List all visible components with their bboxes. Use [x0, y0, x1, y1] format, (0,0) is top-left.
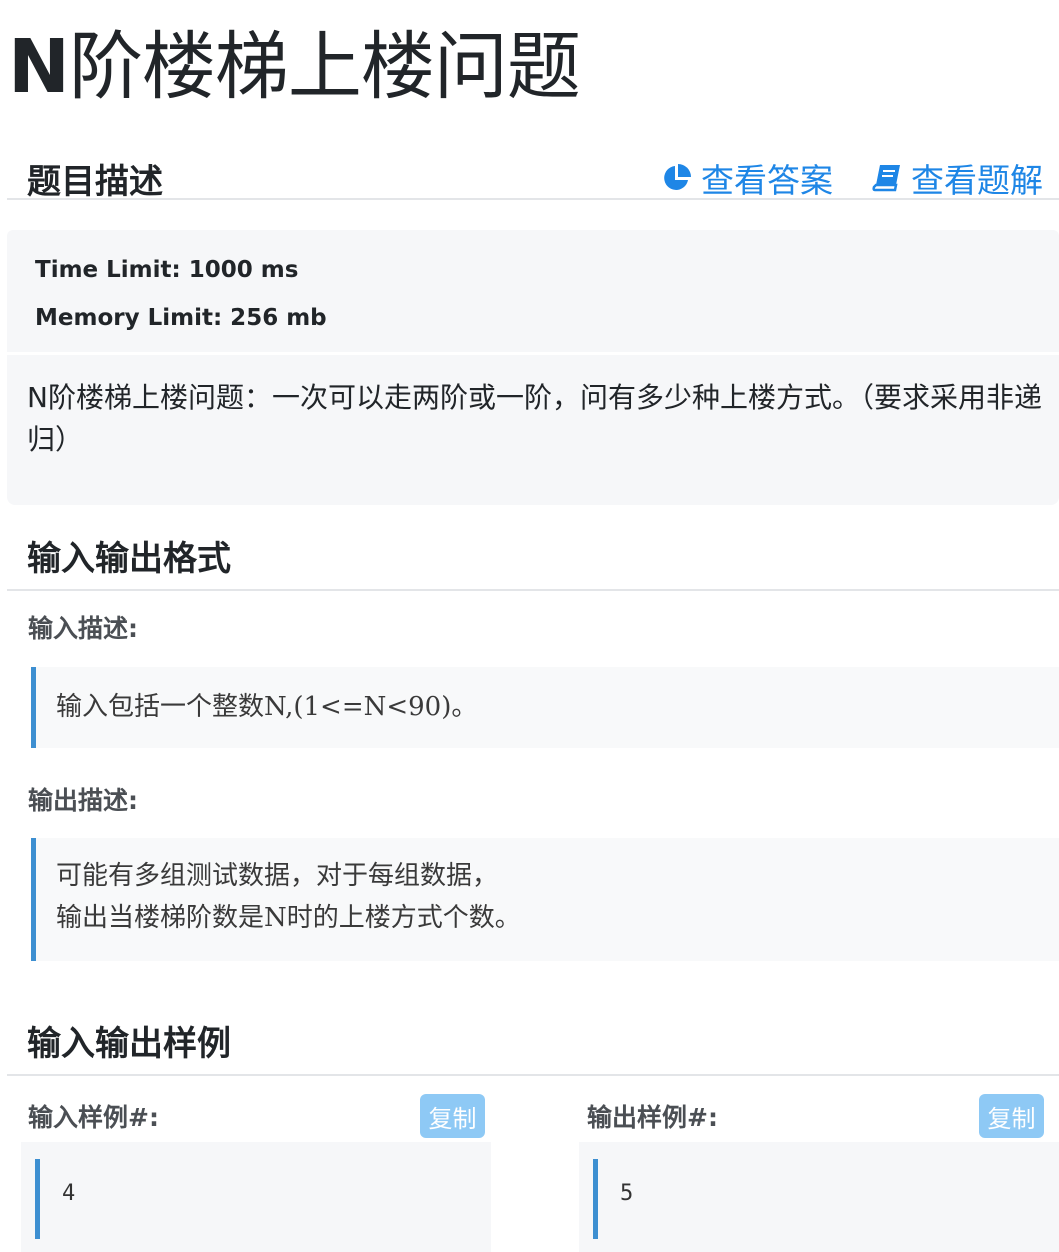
input-description-text: 输入包括一个整数N,(1<=N<90)。 — [56, 692, 478, 722]
output-sample-value: 5 — [620, 1181, 634, 1206]
page-title-prefix: N — [8, 24, 70, 110]
input-description-label: 输入描述: — [28, 614, 138, 643]
description-panel: N阶楼梯上楼问题：一次可以走两阶或一阶，问有多少种上楼方式。（要求采用非递归） — [7, 355, 1059, 505]
problem-description: N阶楼梯上楼问题：一次可以走两阶或一阶，问有多少种上楼方式。（要求采用非递归） — [27, 381, 1042, 456]
output-description-text: 可能有多组测试数据，对于每组数据， 输出当楼梯阶数是N时的上楼方式个数。 — [56, 861, 521, 933]
page-title: N阶楼梯上楼问题 — [8, 30, 581, 104]
input-description-block: 输入包括一个整数N,(1<=N<90)。 — [31, 667, 1059, 748]
output-description-block: 可能有多组测试数据，对于每组数据， 输出当楼梯阶数是N时的上楼方式个数。 — [31, 838, 1059, 961]
io-format-section-header: 输入输出格式 — [7, 527, 1059, 591]
input-sample-box: 4 — [21, 1142, 491, 1252]
header-links: 查看答案 查看题解 — [661, 154, 1043, 202]
memory-limit: Memory Limit: 256 mb — [35, 305, 327, 331]
view-solution-link[interactable]: 查看题解 — [871, 154, 1043, 202]
book-icon — [872, 165, 900, 192]
copy-output-button[interactable]: 复制 — [979, 1094, 1044, 1138]
output-sample-block: 5 — [593, 1159, 1059, 1239]
limits-panel: Time Limit: 1000 ms Memory Limit: 256 mb — [7, 230, 1059, 352]
problem-heading: 题目描述 — [27, 162, 163, 202]
copy-input-button[interactable]: 复制 — [420, 1094, 485, 1138]
pie-chart-icon — [664, 164, 691, 190]
input-sample-label: 输入样例#: — [28, 1103, 159, 1132]
output-sample-label: 输出样例#: — [587, 1103, 718, 1132]
samples-heading: 输入输出样例 — [27, 1024, 231, 1064]
output-description-label: 输出描述: — [28, 786, 138, 815]
samples-section-header: 输入输出样例 — [7, 1012, 1059, 1076]
time-limit: Time Limit: 1000 ms — [35, 257, 299, 283]
output-sample-box: 5 — [579, 1142, 1059, 1252]
io-format-heading: 输入输出格式 — [27, 539, 231, 579]
input-sample-value: 4 — [62, 1181, 76, 1206]
view-answer-link[interactable]: 查看答案 — [661, 154, 833, 202]
view-answer-label: 查看答案 — [701, 161, 833, 200]
page-title-rest: 阶楼梯上楼问题 — [68, 24, 581, 110]
problem-section-header: 题目描述 查看答案 查看题解 — [7, 150, 1059, 202]
view-solution-label: 查看题解 — [911, 161, 1043, 200]
input-sample-block: 4 — [35, 1159, 491, 1239]
